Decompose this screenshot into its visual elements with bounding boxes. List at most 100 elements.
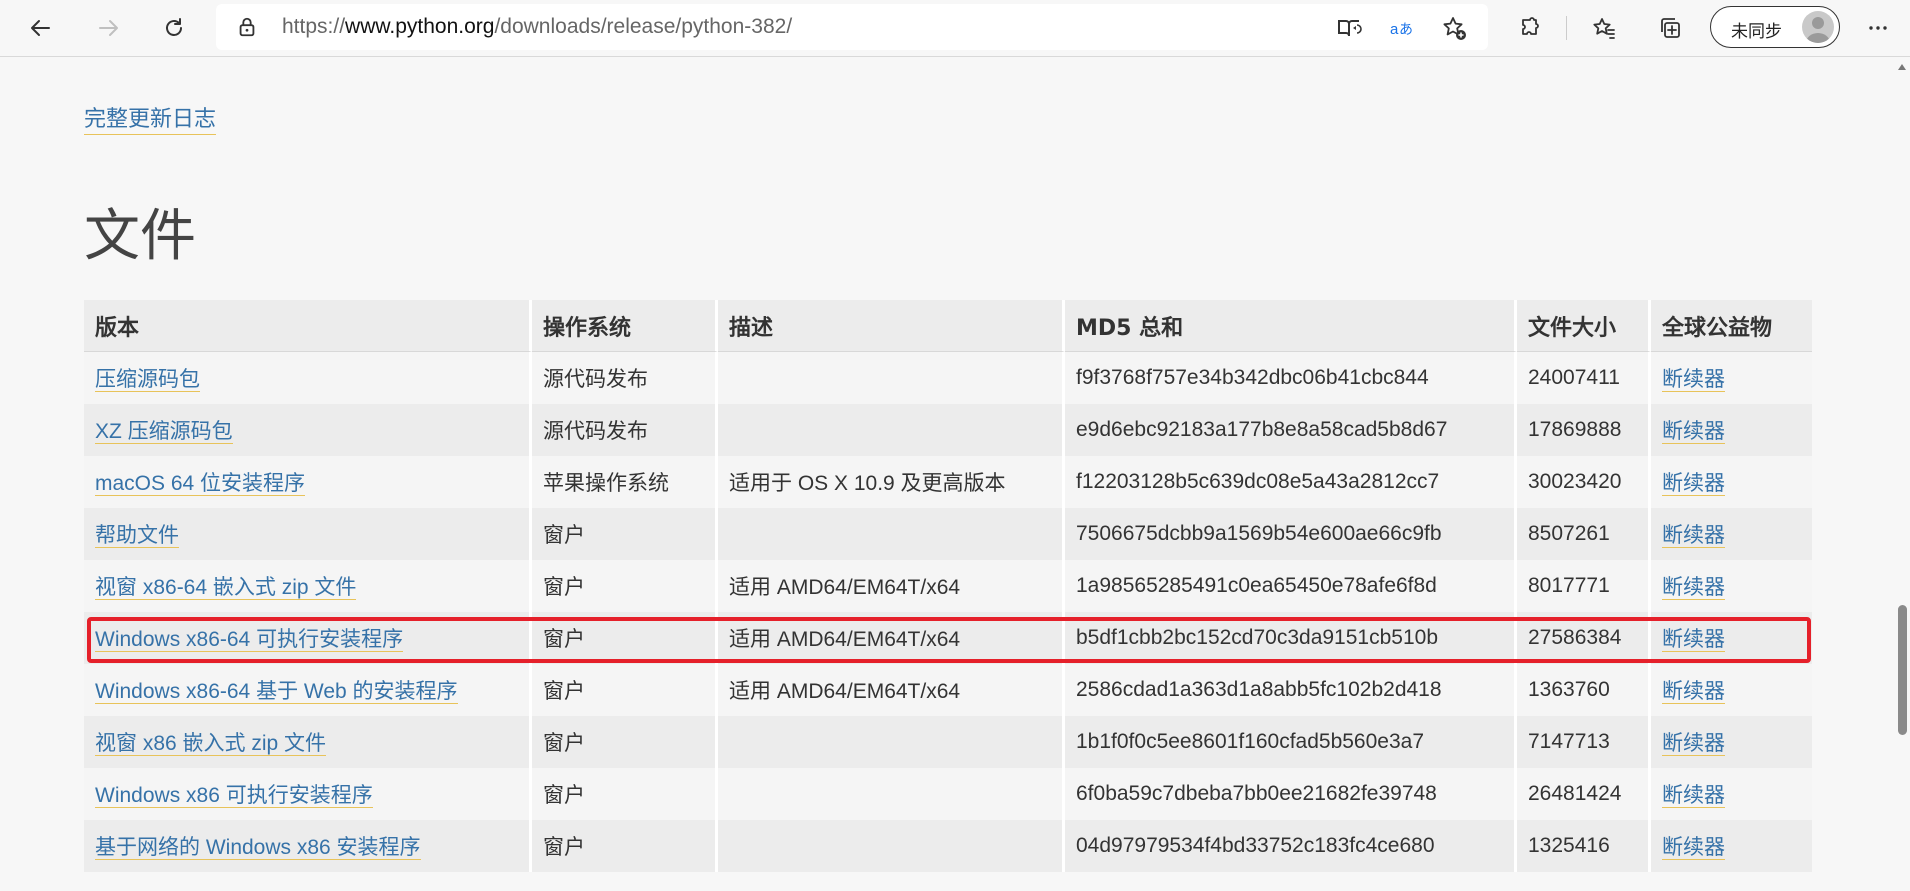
avatar xyxy=(1802,11,1834,43)
version-link[interactable]: XZ 压缩源码包 xyxy=(95,420,233,444)
size-cell: 8507261 xyxy=(1517,508,1651,560)
back-button[interactable] xyxy=(23,10,59,46)
table-row: 视窗 x86-64 嵌入式 zip 文件 窗户 适用 AMD64/EM64T/x… xyxy=(84,560,1812,612)
svg-text:あ: あ xyxy=(1399,22,1413,38)
refresh-button[interactable] xyxy=(156,10,192,46)
table-row: macOS 64 位安装程序 苹果操作系统 适用于 OS X 10.9 及更高版… xyxy=(84,456,1812,508)
version-cell: Windows x86-64 可执行安装程序 xyxy=(84,612,532,664)
translate-icon[interactable]: aあ xyxy=(1389,15,1415,41)
version-cell: 帮助文件 xyxy=(84,508,532,560)
signature-cell: 断续器 xyxy=(1651,404,1812,456)
signature-link[interactable]: 断续器 xyxy=(1662,576,1725,600)
os-cell: 窗户 xyxy=(532,560,718,612)
extensions-button[interactable] xyxy=(1512,10,1548,46)
os-cell: 源代码发布 xyxy=(532,352,718,404)
version-cell: Windows x86-64 基于 Web 的安装程序 xyxy=(84,664,532,716)
table-row: 基于网络的 Windows x86 安装程序 窗户 04d97979534f4b… xyxy=(84,820,1812,872)
lock-icon[interactable] xyxy=(236,16,258,38)
version-link[interactable]: 帮助文件 xyxy=(95,524,179,548)
table-row: Windows x86 可执行安装程序 窗户 6f0ba59c7dbeba7bb… xyxy=(84,768,1812,820)
collections-button[interactable] xyxy=(1652,10,1688,46)
scrollbar-thumb[interactable] xyxy=(1898,605,1907,735)
header-signature: 全球公益物 xyxy=(1651,300,1812,352)
description-cell xyxy=(718,508,1065,560)
size-cell: 30023420 xyxy=(1517,456,1651,508)
os-cell: 窗户 xyxy=(532,664,718,716)
extensions-icon xyxy=(1522,17,1539,35)
files-section-title: 文件 xyxy=(84,204,196,269)
forward-button[interactable] xyxy=(90,10,126,46)
os-cell: 窗户 xyxy=(532,768,718,820)
os-cell: 窗户 xyxy=(532,820,718,872)
signature-link[interactable]: 断续器 xyxy=(1662,524,1725,548)
description-cell xyxy=(718,716,1065,768)
profile-button[interactable]: 未同步 xyxy=(1710,6,1840,48)
browser-toolbar: https://www.python.org/downloads/release… xyxy=(0,0,1910,57)
size-cell: 24007411 xyxy=(1517,352,1651,404)
signature-link[interactable]: 断续器 xyxy=(1662,680,1725,704)
url-host: www.python.org xyxy=(345,15,495,38)
table-row: Windows x86-64 基于 Web 的安装程序 窗户 适用 AMD64/… xyxy=(84,664,1812,716)
signature-cell: 断续器 xyxy=(1651,508,1812,560)
signature-link[interactable]: 断续器 xyxy=(1662,628,1725,652)
signature-link[interactable]: 断续器 xyxy=(1662,836,1725,860)
version-link[interactable]: 基于网络的 Windows x86 安装程序 xyxy=(95,836,421,860)
header-description: 描述 xyxy=(718,300,1065,352)
forward-icon xyxy=(99,20,118,36)
description-cell: 适用于 OS X 10.9 及更高版本 xyxy=(718,456,1065,508)
os-cell: 窗户 xyxy=(532,508,718,560)
version-link[interactable]: macOS 64 位安装程序 xyxy=(95,472,306,496)
md5-cell: b5df1cbb2bc152cd70c3da9151cb510b xyxy=(1065,612,1517,664)
signature-cell: 断续器 xyxy=(1651,612,1812,664)
favorites-icon xyxy=(1593,18,1615,39)
size-cell: 8017771 xyxy=(1517,560,1651,612)
more-icon xyxy=(1869,26,1887,30)
version-link[interactable]: 视窗 x86 嵌入式 zip 文件 xyxy=(95,732,327,756)
signature-link[interactable]: 断续器 xyxy=(1662,472,1725,496)
signature-link[interactable]: 断续器 xyxy=(1662,732,1725,756)
table-row: XZ 压缩源码包 源代码发布 e9d6ebc92183a177b8e8a58ca… xyxy=(84,404,1812,456)
url-text[interactable]: https://www.python.org/downloads/release… xyxy=(282,15,792,39)
os-cell: 源代码发布 xyxy=(532,404,718,456)
os-cell: 窗户 xyxy=(532,716,718,768)
header-os: 操作系统 xyxy=(532,300,718,352)
table-row: 帮助文件 窗户 7506675dcbb9a1569b54e600ae66c9fb… xyxy=(84,508,1812,560)
signature-link[interactable]: 断续器 xyxy=(1662,368,1725,392)
signature-cell: 断续器 xyxy=(1651,560,1812,612)
page-scrollbar[interactable] xyxy=(1894,57,1910,891)
description-cell xyxy=(718,768,1065,820)
header-version: 版本 xyxy=(84,300,532,352)
url-prefix: https:// xyxy=(282,15,346,38)
md5-cell: 1b1f0f0c5ee8601f160cfad5b560e3a7 xyxy=(1065,716,1517,768)
scroll-up-icon[interactable] xyxy=(1897,63,1907,71)
files-table: 版本 操作系统 描述 MD5 总和 文件大小 全球公益物 压缩源码包 源代码发布… xyxy=(84,300,1812,872)
full-changelog-link[interactable]: 完整更新日志 xyxy=(84,101,217,135)
favorites-button[interactable] xyxy=(1586,10,1622,46)
size-cell: 7147713 xyxy=(1517,716,1651,768)
version-link[interactable]: 视窗 x86-64 嵌入式 zip 文件 xyxy=(95,576,357,600)
page-content: 完整更新日志 文件 版本 操作系统 描述 MD5 总和 文件大小 全球公益物 压… xyxy=(0,57,1894,891)
version-cell: 视窗 x86-64 嵌入式 zip 文件 xyxy=(84,560,532,612)
version-cell: XZ 压缩源码包 xyxy=(84,404,532,456)
table-row: 压缩源码包 源代码发布 f9f3768f757e34b342dbc06b41cb… xyxy=(84,352,1812,404)
add-favorite-icon[interactable] xyxy=(1441,15,1467,41)
md5-cell: 1a98565285491c0ea65450e78afe6f8d xyxy=(1065,560,1517,612)
immersive-reader-icon[interactable] xyxy=(1336,15,1362,41)
version-link[interactable]: 压缩源码包 xyxy=(95,368,200,392)
more-button[interactable] xyxy=(1860,10,1896,46)
signature-link[interactable]: 断续器 xyxy=(1662,784,1725,808)
description-cell xyxy=(718,404,1065,456)
version-link[interactable]: Windows x86-64 可执行安装程序 xyxy=(95,628,404,652)
description-cell: 适用 AMD64/EM64T/x64 xyxy=(718,664,1065,716)
version-cell: Windows x86 可执行安装程序 xyxy=(84,768,532,820)
address-bar[interactable]: https://www.python.org/downloads/release… xyxy=(216,4,1488,50)
signature-link[interactable]: 断续器 xyxy=(1662,420,1725,444)
version-cell: 压缩源码包 xyxy=(84,352,532,404)
toolbar-divider xyxy=(1566,16,1567,40)
os-cell: 窗户 xyxy=(532,612,718,664)
version-link[interactable]: Windows x86 可执行安装程序 xyxy=(95,784,373,808)
version-link[interactable]: Windows x86-64 基于 Web 的安装程序 xyxy=(95,680,458,704)
os-cell: 苹果操作系统 xyxy=(532,456,718,508)
signature-cell: 断续器 xyxy=(1651,820,1812,872)
size-cell: 27586384 xyxy=(1517,612,1651,664)
